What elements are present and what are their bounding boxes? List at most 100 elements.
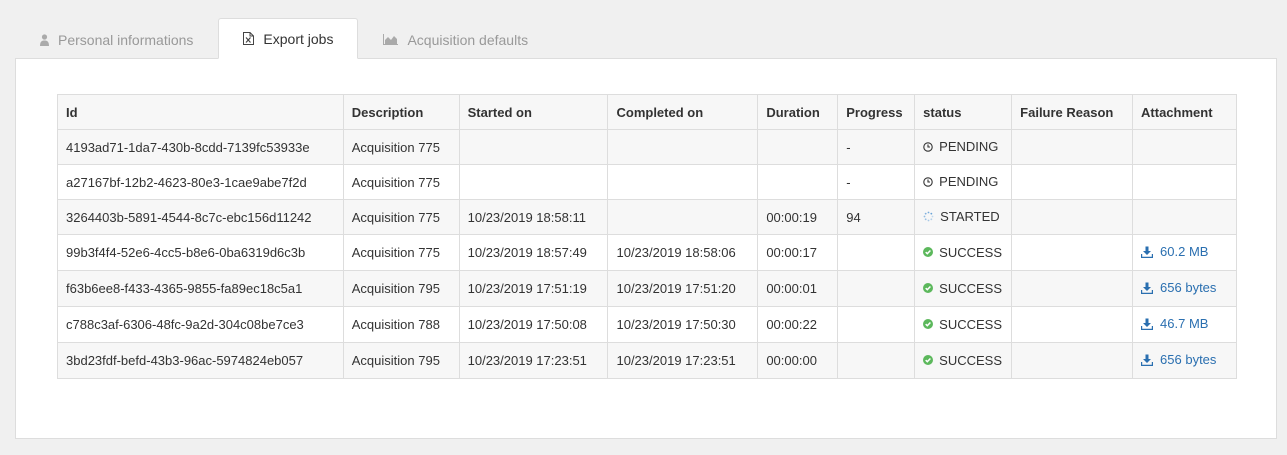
status-badge: SUCCESS xyxy=(923,245,1002,260)
status-text: STARTED xyxy=(940,209,1000,224)
cell-id: 99b3f4f4-52e6-4cc5-b8e6-0ba6319d6c3b xyxy=(57,234,344,271)
cell-completed-on: 10/23/2019 17:23:51 xyxy=(607,342,759,379)
attachment-size: 656 bytes xyxy=(1160,280,1217,296)
cell-failure-reason xyxy=(1011,342,1134,379)
cell-failure-reason xyxy=(1011,270,1134,307)
column-header-failure-reason: Failure Reason xyxy=(1011,94,1134,130)
table-row: 3bd23fdf-befd-43b3-96ac-5974824eb057 Acqu… xyxy=(57,342,1237,379)
cell-duration: 00:00:00 xyxy=(757,342,839,379)
cell-progress xyxy=(837,234,916,271)
cell-id: 4193ad71-1da7-430b-8cdd-7139fc53933e xyxy=(57,129,344,165)
status-badge: PENDING xyxy=(923,174,998,189)
cell-status: PENDING xyxy=(914,164,1013,200)
cell-started-on xyxy=(458,129,609,165)
status-text: PENDING xyxy=(939,174,999,190)
cell-failure-reason xyxy=(1011,164,1134,200)
tab-label: Acquisition defaults xyxy=(407,31,529,48)
cell-started-on: 10/23/2019 18:57:49 xyxy=(458,234,609,271)
attachment-size: 60.2 MB xyxy=(1160,244,1209,260)
cell-duration: 00:00:01 xyxy=(757,270,839,307)
cell-failure-reason xyxy=(1011,129,1134,165)
cell-started-on: 10/23/2019 17:23:51 xyxy=(458,342,609,379)
cell-attachment: 656 bytes xyxy=(1132,270,1237,307)
cell-failure-reason xyxy=(1011,199,1134,235)
cell-completed-on xyxy=(607,164,759,200)
cell-description: Acquisition 795 xyxy=(342,270,460,307)
table-row: a27167bf-12b2-4623-80e3-1cae9abe7f2d Acqu… xyxy=(57,164,1237,200)
check-circle-icon xyxy=(923,247,934,258)
column-header-completed-on: Completed on xyxy=(607,94,759,130)
user-icon xyxy=(40,33,49,46)
cell-description: Acquisition 788 xyxy=(342,306,460,343)
attachment-size: 46.7 MB xyxy=(1160,316,1209,332)
attachment-download-link[interactable]: 60.2 MB xyxy=(1141,244,1208,259)
cell-id: f63b6ee8-f433-4365-9855-fa89ec18c5a1 xyxy=(57,270,344,307)
cell-started-on: 10/23/2019 17:51:19 xyxy=(458,270,609,307)
table-row: 4193ad71-1da7-430b-8cdd-7139fc53933e Acqu… xyxy=(57,129,1237,165)
status-text: SUCCESS xyxy=(939,352,1003,368)
cell-progress: 94 xyxy=(837,199,916,235)
attachment-download-link[interactable]: 656 bytes xyxy=(1141,280,1216,295)
cell-duration xyxy=(757,164,839,200)
cell-completed-on: 10/23/2019 18:58:06 xyxy=(607,234,759,271)
status-text: SUCCESS xyxy=(939,280,1003,296)
clock-icon xyxy=(923,142,933,152)
table-row: 3264403b-5891-4544-8c7c-ebc156d11242 Acqu… xyxy=(57,199,1237,235)
column-header-progress: Progress xyxy=(837,94,916,130)
cell-attachment xyxy=(1132,199,1237,235)
cell-failure-reason xyxy=(1011,234,1134,271)
status-badge: SUCCESS xyxy=(923,353,1002,368)
cell-started-on: 10/23/2019 18:58:11 xyxy=(458,199,609,235)
check-circle-icon xyxy=(923,355,934,366)
cell-completed-on xyxy=(607,129,759,165)
column-header-status: status xyxy=(914,94,1013,130)
table-header-row: Id Description Started on Completed on D… xyxy=(57,94,1237,130)
cell-description: Acquisition 775 xyxy=(342,164,460,200)
check-circle-icon xyxy=(923,319,934,330)
check-circle-icon xyxy=(923,283,934,294)
attachment-size: 656 bytes xyxy=(1160,352,1217,368)
column-header-started-on: Started on xyxy=(458,94,609,130)
cell-started-on: 10/23/2019 17:50:08 xyxy=(458,306,609,343)
cell-progress: - xyxy=(837,129,916,165)
cell-duration: 00:00:19 xyxy=(757,199,839,235)
cell-attachment: 656 bytes xyxy=(1132,342,1237,379)
cell-status: SUCCESS xyxy=(914,342,1013,379)
column-header-attachment: Attachment xyxy=(1132,94,1237,130)
tab-export-jobs[interactable]: Export jobs xyxy=(218,18,359,59)
cell-failure-reason xyxy=(1011,306,1134,343)
cell-duration: 00:00:22 xyxy=(757,306,839,343)
cell-progress xyxy=(837,306,916,343)
download-icon xyxy=(1141,282,1154,294)
cell-attachment xyxy=(1132,164,1237,200)
cell-completed-on xyxy=(607,199,759,235)
tab-label: Personal informations xyxy=(58,31,194,48)
cell-status: PENDING xyxy=(914,129,1013,165)
cell-started-on xyxy=(458,164,609,200)
cell-progress xyxy=(837,270,916,307)
status-text: SUCCESS xyxy=(939,244,1003,260)
attachment-download-link[interactable]: 46.7 MB xyxy=(1141,316,1208,331)
table-row: 99b3f4f4-52e6-4cc5-b8e6-0ba6319d6c3b Acqu… xyxy=(57,234,1237,271)
cell-attachment xyxy=(1132,129,1237,165)
tab-acquisition-defaults[interactable]: Acquisition defaults xyxy=(358,19,553,59)
cell-id: c788c3af-6306-48fc-9a2d-304c08be7ce3 xyxy=(57,306,344,343)
cell-id: 3264403b-5891-4544-8c7c-ebc156d11242 xyxy=(57,199,344,235)
column-header-id: Id xyxy=(57,94,344,130)
cell-duration: 00:00:17 xyxy=(757,234,839,271)
export-jobs-table: Id Description Started on Completed on D… xyxy=(57,94,1237,379)
cell-status: SUCCESS xyxy=(914,306,1013,343)
attachment-download-link[interactable]: 656 bytes xyxy=(1141,352,1216,367)
cell-id: a27167bf-12b2-4623-80e3-1cae9abe7f2d xyxy=(57,164,344,200)
column-header-description: Description xyxy=(342,94,460,130)
tab-personal-informations[interactable]: Personal informations xyxy=(15,19,218,59)
tab-bar: Personal informations Export jobs Acquis… xyxy=(15,18,553,59)
status-text: SUCCESS xyxy=(939,316,1003,332)
export-jobs-panel: Id Description Started on Completed on D… xyxy=(15,58,1277,439)
area-chart-icon xyxy=(383,34,399,45)
clock-icon xyxy=(923,177,933,187)
cell-description: Acquisition 795 xyxy=(342,342,460,379)
table-body: 4193ad71-1da7-430b-8cdd-7139fc53933e Acqu… xyxy=(57,129,1237,379)
status-text: PENDING xyxy=(939,139,999,155)
cell-completed-on: 10/23/2019 17:51:20 xyxy=(607,270,759,307)
